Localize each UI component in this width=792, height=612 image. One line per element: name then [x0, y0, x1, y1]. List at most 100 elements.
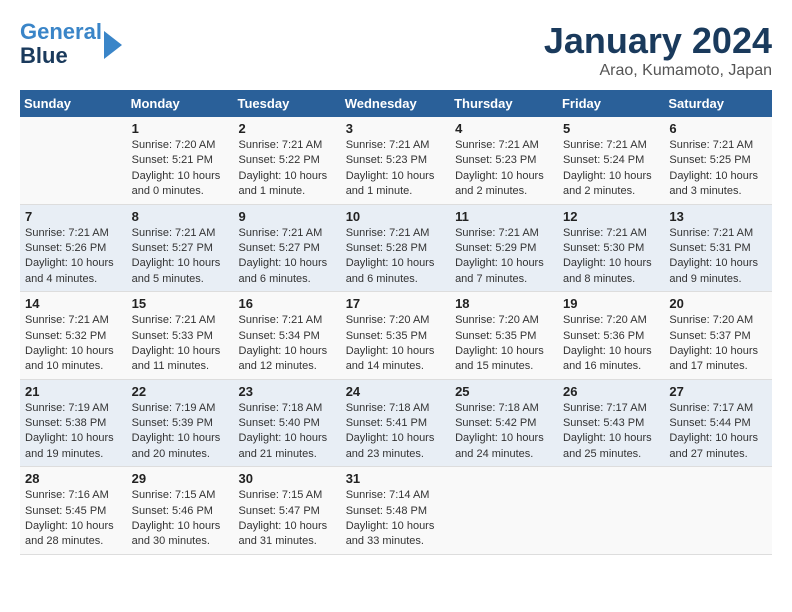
day-info: Sunrise: 7:21 AMSunset: 5:27 PMDaylight:… [239, 226, 336, 288]
day-info: Sunrise: 7:14 AMSunset: 5:48 PMDaylight:… [346, 488, 445, 550]
day-info: Sunrise: 7:20 AMSunset: 5:21 PMDaylight:… [132, 138, 229, 200]
calendar-cell [664, 467, 772, 555]
day-number: 10 [346, 209, 445, 224]
day-number: 11 [455, 209, 553, 224]
calendar-cell: 8 Sunrise: 7:21 AMSunset: 5:27 PMDaylight… [127, 204, 234, 292]
calendar-cell: 11 Sunrise: 7:21 AMSunset: 5:29 PMDayligh… [450, 204, 558, 292]
calendar-cell: 20 Sunrise: 7:20 AMSunset: 5:37 PMDayligh… [664, 292, 772, 380]
day-number: 26 [563, 384, 659, 399]
location: Arao, Kumamoto, Japan [544, 62, 772, 80]
day-number: 19 [563, 296, 659, 311]
day-info: Sunrise: 7:21 AMSunset: 5:22 PMDaylight:… [239, 138, 336, 200]
calendar-cell: 10 Sunrise: 7:21 AMSunset: 5:28 PMDayligh… [341, 204, 450, 292]
day-header-sunday: Sunday [20, 90, 127, 117]
calendar-cell: 7 Sunrise: 7:21 AMSunset: 5:26 PMDaylight… [20, 204, 127, 292]
calendar-cell: 12Sunrise: 7:21 AMSunset: 5:30 PMDayligh… [558, 204, 664, 292]
calendar-cell: 19Sunrise: 7:20 AMSunset: 5:36 PMDayligh… [558, 292, 664, 380]
day-info: Sunrise: 7:18 AMSunset: 5:41 PMDaylight:… [346, 401, 445, 463]
day-number: 15 [132, 296, 229, 311]
calendar-cell: 30 Sunrise: 7:15 AMSunset: 5:47 PMDayligh… [234, 467, 341, 555]
day-info: Sunrise: 7:21 AMSunset: 5:23 PMDaylight:… [455, 138, 553, 200]
week-row-5: 28Sunrise: 7:16 AMSunset: 5:45 PMDayligh… [20, 467, 772, 555]
day-number: 1 [132, 121, 229, 136]
day-info: Sunrise: 7:20 AMSunset: 5:37 PMDaylight:… [669, 313, 767, 375]
day-info: Sunrise: 7:18 AMSunset: 5:40 PMDaylight:… [239, 401, 336, 463]
day-number: 20 [669, 296, 767, 311]
day-info: Sunrise: 7:21 AMSunset: 5:27 PMDaylight:… [132, 226, 229, 288]
day-number: 4 [455, 121, 553, 136]
day-number: 18 [455, 296, 553, 311]
logo-text: General Blue [20, 20, 102, 68]
day-info: Sunrise: 7:21 AMSunset: 5:25 PMDaylight:… [669, 138, 767, 200]
calendar-cell: 22 Sunrise: 7:19 AMSunset: 5:39 PMDayligh… [127, 379, 234, 467]
day-number: 9 [239, 209, 336, 224]
day-number: 17 [346, 296, 445, 311]
calendar-cell: 25Sunrise: 7:18 AMSunset: 5:42 PMDayligh… [450, 379, 558, 467]
day-header-friday: Friday [558, 90, 664, 117]
day-number: 23 [239, 384, 336, 399]
week-row-2: 7 Sunrise: 7:21 AMSunset: 5:26 PMDaylight… [20, 204, 772, 292]
calendar-cell: 14 Sunrise: 7:21 AMSunset: 5:32 PMDayligh… [20, 292, 127, 380]
calendar-cell: 13Sunrise: 7:21 AMSunset: 5:31 PMDayligh… [664, 204, 772, 292]
day-info: Sunrise: 7:15 AMSunset: 5:46 PMDaylight:… [132, 488, 229, 550]
calendar-cell: 23 Sunrise: 7:18 AMSunset: 5:40 PMDayligh… [234, 379, 341, 467]
logo-general: General [20, 19, 102, 44]
day-number: 31 [346, 471, 445, 486]
day-info: Sunrise: 7:21 AMSunset: 5:26 PMDaylight:… [25, 226, 122, 288]
calendar-cell [450, 467, 558, 555]
day-number: 21 [25, 384, 122, 399]
day-info: Sunrise: 7:20 AMSunset: 5:35 PMDaylight:… [455, 313, 553, 375]
logo: General Blue [20, 20, 122, 68]
day-number: 3 [346, 121, 445, 136]
day-info: Sunrise: 7:21 AMSunset: 5:33 PMDaylight:… [132, 313, 229, 375]
day-info: Sunrise: 7:15 AMSunset: 5:47 PMDaylight:… [239, 488, 336, 550]
calendar-cell: 1 Sunrise: 7:20 AMSunset: 5:21 PMDaylight… [127, 117, 234, 204]
calendar-cell [558, 467, 664, 555]
day-number: 6 [669, 121, 767, 136]
day-number: 29 [132, 471, 229, 486]
week-row-4: 21 Sunrise: 7:19 AMSunset: 5:38 PMDayligh… [20, 379, 772, 467]
day-number: 30 [239, 471, 336, 486]
day-info: Sunrise: 7:21 AMSunset: 5:32 PMDaylight:… [25, 313, 122, 375]
calendar-cell [20, 117, 127, 204]
calendar-cell: 31 Sunrise: 7:14 AMSunset: 5:48 PMDayligh… [341, 467, 450, 555]
day-info: Sunrise: 7:21 AMSunset: 5:29 PMDaylight:… [455, 226, 553, 288]
day-number: 7 [25, 209, 122, 224]
day-number: 24 [346, 384, 445, 399]
day-info: Sunrise: 7:17 AMSunset: 5:43 PMDaylight:… [563, 401, 659, 463]
day-info: Sunrise: 7:19 AMSunset: 5:38 PMDaylight:… [25, 401, 122, 463]
day-number: 8 [132, 209, 229, 224]
day-number: 14 [25, 296, 122, 311]
calendar-cell: 15 Sunrise: 7:21 AMSunset: 5:33 PMDayligh… [127, 292, 234, 380]
day-number: 12 [563, 209, 659, 224]
day-info: Sunrise: 7:21 AMSunset: 5:23 PMDaylight:… [346, 138, 445, 200]
month-title: January 2024 [544, 20, 772, 62]
calendar-cell: 28Sunrise: 7:16 AMSunset: 5:45 PMDayligh… [20, 467, 127, 555]
calendar-cell: 29 Sunrise: 7:15 AMSunset: 5:46 PMDayligh… [127, 467, 234, 555]
day-number: 5 [563, 121, 659, 136]
logo-blue: Blue [20, 43, 68, 68]
title-section: January 2024 Arao, Kumamoto, Japan [544, 20, 772, 80]
day-info: Sunrise: 7:20 AMSunset: 5:35 PMDaylight:… [346, 313, 445, 375]
header-row: SundayMondayTuesdayWednesdayThursdayFrid… [20, 90, 772, 117]
day-info: Sunrise: 7:21 AMSunset: 5:34 PMDaylight:… [239, 313, 336, 375]
page-header: General Blue January 2024 Arao, Kumamoto… [20, 20, 772, 80]
day-header-monday: Monday [127, 90, 234, 117]
calendar-cell: 6 Sunrise: 7:21 AMSunset: 5:25 PMDaylight… [664, 117, 772, 204]
calendar-cell: 2Sunrise: 7:21 AMSunset: 5:22 PMDaylight… [234, 117, 341, 204]
day-header-tuesday: Tuesday [234, 90, 341, 117]
day-number: 13 [669, 209, 767, 224]
logo-arrow-icon [104, 31, 122, 59]
day-info: Sunrise: 7:21 AMSunset: 5:28 PMDaylight:… [346, 226, 445, 288]
day-number: 16 [239, 296, 336, 311]
calendar-cell: 27Sunrise: 7:17 AMSunset: 5:44 PMDayligh… [664, 379, 772, 467]
day-info: Sunrise: 7:19 AMSunset: 5:39 PMDaylight:… [132, 401, 229, 463]
day-number: 22 [132, 384, 229, 399]
day-info: Sunrise: 7:21 AMSunset: 5:24 PMDaylight:… [563, 138, 659, 200]
day-header-thursday: Thursday [450, 90, 558, 117]
calendar-cell: 21 Sunrise: 7:19 AMSunset: 5:38 PMDayligh… [20, 379, 127, 467]
week-row-3: 14 Sunrise: 7:21 AMSunset: 5:32 PMDayligh… [20, 292, 772, 380]
calendar-cell: 4 Sunrise: 7:21 AMSunset: 5:23 PMDaylight… [450, 117, 558, 204]
day-number: 28 [25, 471, 122, 486]
day-info: Sunrise: 7:18 AMSunset: 5:42 PMDaylight:… [455, 401, 553, 463]
